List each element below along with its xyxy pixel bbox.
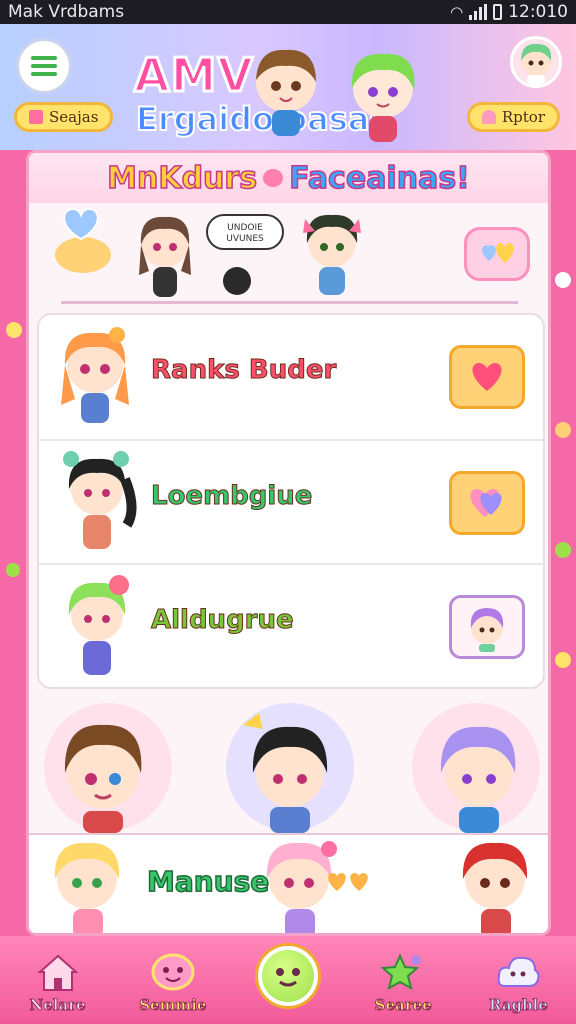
status-bar: Mak Vrdbams ◠ 12:010: [0, 0, 576, 24]
side-decoration-left: [4, 300, 22, 868]
star-icon: [380, 953, 422, 990]
featured-bubbles: [29, 693, 548, 833]
smile-icon: [151, 953, 195, 991]
speech-bubble-line2: UVUNES: [226, 234, 264, 244]
list-avatar-3: [68, 575, 129, 675]
signal-icon: [469, 4, 488, 20]
status-time: 12:010: [508, 2, 568, 22]
menu-icon: [31, 56, 57, 76]
new-message-button[interactable]: [464, 227, 530, 281]
bottom-nav: Nelare Semmie Searee Ragble: [0, 936, 576, 1024]
calendar-icon: [29, 110, 43, 124]
cupcake-icon: [481, 110, 496, 124]
status-title: Mak Vrdbams: [8, 2, 125, 22]
profile-avatar-icon: [521, 43, 552, 85]
left-pill-button[interactable]: Seajas: [14, 102, 114, 132]
friend-avatar-1[interactable]: [133, 211, 197, 303]
nav-smile[interactable]: Semmie: [115, 936, 230, 1024]
wifi-icon: ◠: [450, 3, 464, 21]
cloud-icon: [498, 956, 540, 987]
speech-bubble-avatar: UNDOIE UVUNES: [206, 214, 284, 295]
bottom-avatar-1: [54, 842, 120, 933]
speech-bubble-line1: UNDOIE: [227, 223, 263, 233]
friends-panel: MnKdurs Faceainas! UNDOIE UVUNES Ranks B…: [26, 150, 551, 936]
list-item-name: Ranks Buder: [150, 355, 337, 386]
face-icon: [258, 946, 318, 1006]
nav-profile-label: Ragble: [489, 996, 549, 1015]
side-decoration-right: [553, 260, 573, 860]
featured-avatar-3[interactable]: [401, 693, 551, 833]
nav-search[interactable]: Searee: [346, 936, 461, 1024]
heart-icon: [472, 363, 502, 391]
status-icons: ◠ 12:010: [450, 2, 568, 22]
friend-avatar-2[interactable]: [297, 209, 367, 299]
double-heart-icon: [470, 489, 502, 517]
list-item-name: Alldugrue: [151, 605, 295, 636]
nav-search-label: Searee: [374, 996, 432, 1015]
chat-button[interactable]: [449, 345, 525, 409]
list-avatar-1: [61, 327, 129, 423]
bottom-hearts-icon: [328, 873, 368, 891]
chat-button[interactable]: [449, 471, 525, 535]
nav-center[interactable]: [230, 936, 345, 1024]
list-item[interactable]: Alldugrue: [39, 563, 543, 687]
list-avatar-2: [63, 451, 137, 549]
profile-button[interactable]: [510, 36, 562, 88]
logo-mascot-brown-hair: [256, 49, 316, 136]
title-heart-icon: [263, 169, 284, 187]
purple-hair-avatar-icon: [470, 608, 504, 652]
panel-title-part1: MnKdurs: [106, 160, 258, 197]
logo-mascot-green-hair: [351, 53, 415, 142]
menu-button[interactable]: [16, 38, 72, 94]
photo-frame-button[interactable]: [449, 595, 525, 659]
heart-balloon-icon: [55, 207, 111, 273]
list-item[interactable]: Loembgiue: [39, 439, 543, 563]
bottom-list-item[interactable]: Manuse: [29, 833, 548, 933]
nav-home[interactable]: Nelare: [0, 936, 115, 1024]
left-pill-label: Seajas: [49, 108, 99, 126]
nav-smile-label: Semmie: [139, 996, 207, 1015]
app-header: AMV Ergaido oasas Seajas Rptor: [0, 24, 576, 150]
featured-avatar-2[interactable]: [215, 693, 365, 833]
right-pill-button[interactable]: Rptor: [466, 102, 560, 132]
logo-line-1: AMV: [133, 47, 255, 104]
strip-divider: [61, 301, 518, 304]
app-logo: AMV Ergaido oasas: [128, 42, 448, 150]
hearts-icon: [482, 243, 514, 263]
list-item[interactable]: Ranks Buder: [39, 315, 543, 439]
bottom-avatar-3: [462, 842, 528, 933]
featured-avatar-1[interactable]: [33, 693, 183, 833]
panel-title: MnKdurs Faceainas!: [29, 153, 548, 203]
house-icon: [36, 954, 79, 991]
chat-list: Ranks Buder Loembgiue Alldugrue: [37, 313, 545, 689]
nav-home-label: Nelare: [29, 996, 86, 1015]
list-item-name: Loembgiue: [150, 481, 313, 512]
right-pill-label: Rptor: [501, 108, 545, 126]
panel-title-part2: Faceainas!: [288, 160, 470, 197]
online-friends-strip: UNDOIE UVUNES: [29, 203, 548, 303]
nav-profile[interactable]: Ragble: [461, 936, 576, 1024]
battery-icon: [493, 4, 503, 20]
